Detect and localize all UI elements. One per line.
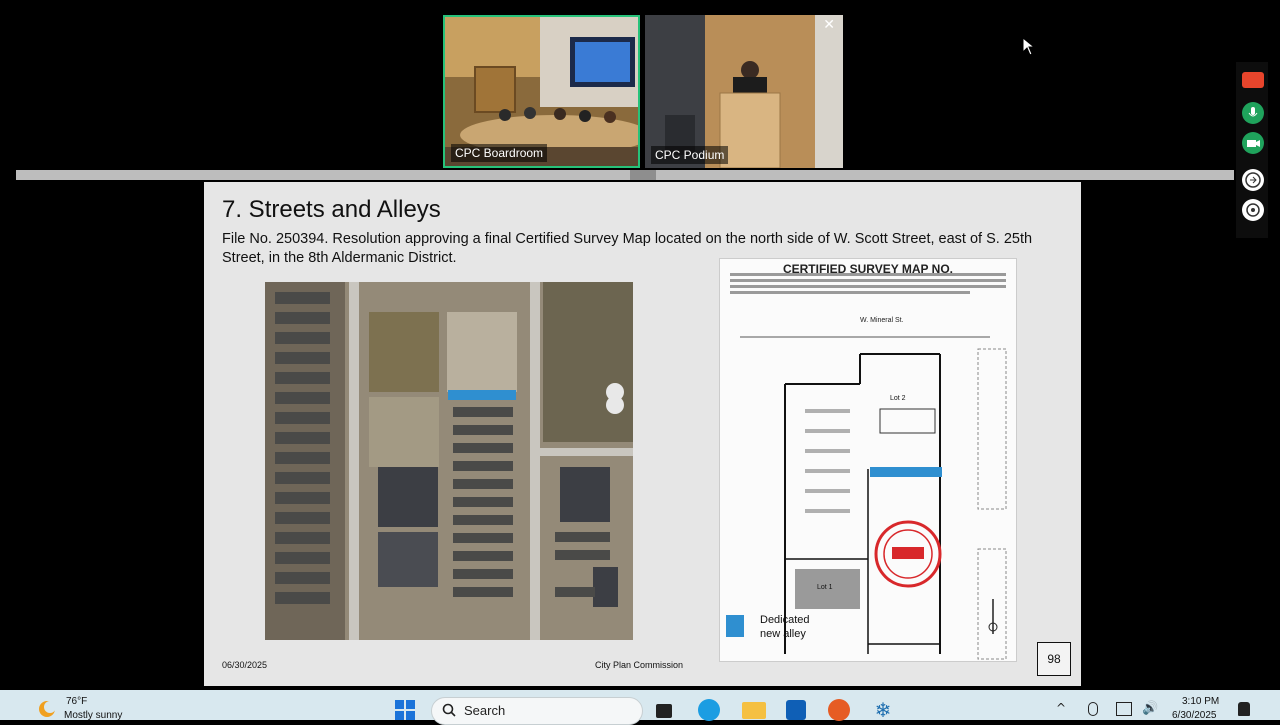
- camera-icon[interactable]: [1242, 132, 1264, 154]
- leave-icon[interactable]: [1242, 72, 1264, 88]
- clock-time[interactable]: 3:10 PM: [1182, 696, 1219, 707]
- aerial-map-image: [265, 282, 633, 640]
- certified-survey-map-image: CERTIFIED SURVEY MAP NO. W. Mineral St.: [719, 258, 1017, 662]
- csm-lot1-label: Lot 1: [817, 584, 833, 591]
- video-tile-boardroom[interactable]: CPC Boardroom: [443, 15, 640, 168]
- notifications-icon[interactable]: [1238, 702, 1250, 716]
- file-explorer-icon[interactable]: [742, 702, 766, 719]
- taskbar-search[interactable]: [431, 697, 643, 725]
- slide-date: 06/30/2025: [222, 660, 268, 670]
- page-number: 98: [1037, 642, 1071, 676]
- mouse-cursor-icon: [1022, 37, 1036, 56]
- presentation-slide: 7. Streets and Alleys File No. 250394. R…: [204, 182, 1081, 686]
- store-icon[interactable]: [786, 700, 806, 720]
- weather-temperature: 76°F: [66, 696, 88, 707]
- meeting-toolbar: [1236, 62, 1268, 238]
- video-tile-podium[interactable]: CPC Podium ✕: [645, 15, 843, 168]
- tile-label: CPC Boardroom: [451, 144, 548, 162]
- slide-title: 7. Streets and Alleys: [222, 196, 441, 223]
- shared-screen-border: [16, 170, 1234, 180]
- volume-icon[interactable]: 🔊: [1142, 701, 1158, 716]
- legend-label: Dedicated new alley: [760, 614, 810, 640]
- weather-icon[interactable]: [36, 698, 58, 720]
- legend-swatch: [726, 615, 744, 637]
- tile-label: CPC Podium: [651, 146, 729, 164]
- tray-microphone-icon[interactable]: [1088, 702, 1098, 716]
- microphone-icon[interactable]: [1242, 102, 1264, 124]
- firefox-icon[interactable]: [828, 699, 850, 721]
- task-view-icon[interactable]: [656, 704, 672, 718]
- slide-footer: City Plan Commission: [595, 660, 684, 670]
- network-icon[interactable]: [1116, 702, 1132, 716]
- weather-description: Mostly sunny: [64, 710, 123, 721]
- share-screen-icon[interactable]: [1242, 169, 1264, 191]
- tray-overflow-icon[interactable]: ^: [1056, 701, 1066, 715]
- snowflake-app-icon[interactable]: ❄: [872, 699, 894, 721]
- windows-start-icon[interactable]: [394, 699, 416, 721]
- edge-icon[interactable]: [698, 699, 720, 721]
- settings-icon[interactable]: [1242, 199, 1264, 221]
- clock-date[interactable]: 6/30/2025: [1172, 710, 1217, 721]
- screen-resize-handle[interactable]: [630, 170, 656, 180]
- csm-alley-highlight: [870, 467, 942, 477]
- search-label: Search: [464, 703, 506, 718]
- close-icon[interactable]: ✕: [823, 17, 835, 33]
- dedicated-alley-highlight: [448, 390, 516, 400]
- csm-lot2-label: Lot 2: [890, 395, 906, 402]
- search-icon: [442, 703, 456, 717]
